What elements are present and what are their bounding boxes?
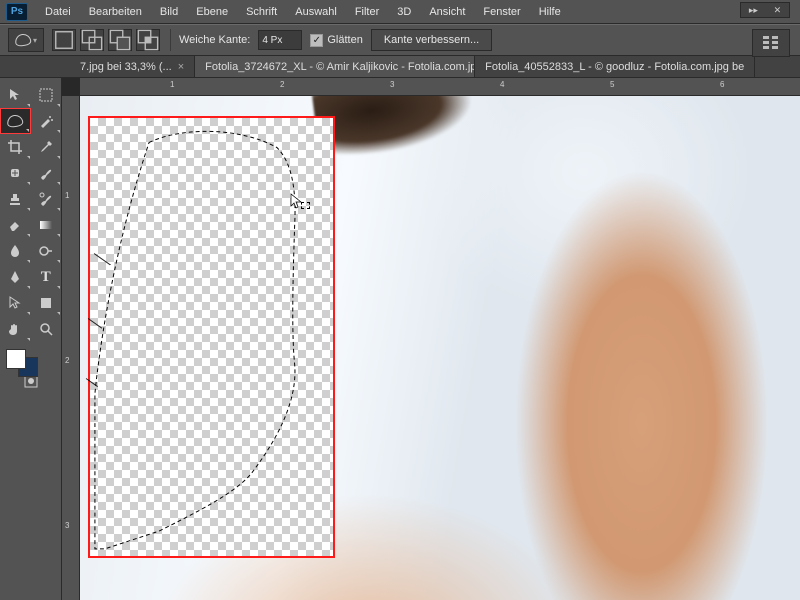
- tab-label: Fotolia_40552833_L - © goodluz - Fotolia…: [485, 61, 744, 73]
- ruler-vertical[interactable]: 1 2 3: [62, 96, 80, 600]
- tab-close-icon[interactable]: ×: [178, 61, 184, 73]
- menu-file[interactable]: Datei: [36, 3, 80, 21]
- menu-bar: Ps Datei Bearbeiten Bild Ebene Schrift A…: [0, 0, 800, 24]
- menu-window[interactable]: Fenster: [474, 3, 529, 21]
- ruler-tick: 5: [610, 80, 614, 89]
- menu-3d[interactable]: 3D: [388, 3, 420, 21]
- selection-marching-ants: [90, 118, 333, 553]
- ruler-tick: 1: [170, 80, 174, 89]
- collapse-left-icon: ▸▸: [749, 5, 758, 16]
- sel-new-icon[interactable]: [52, 29, 76, 51]
- check-icon: ✓: [310, 34, 323, 47]
- panel-options-icon[interactable]: [752, 29, 790, 57]
- panel-collapse-toggle[interactable]: ▸▸ ✕: [740, 2, 790, 18]
- sel-sub-icon[interactable]: [108, 29, 132, 51]
- dodge-tool[interactable]: [31, 238, 62, 264]
- workspace: T 1 2 3 4 5 6 1 2 3: [0, 78, 800, 600]
- refine-edge-button[interactable]: Kante verbessern...: [371, 29, 492, 51]
- document-canvas[interactable]: [80, 96, 800, 600]
- crop-tool[interactable]: [0, 134, 31, 160]
- antialias-label: Glätten: [327, 34, 362, 46]
- ruler-horizontal[interactable]: 1 2 3 4 5 6: [80, 78, 800, 96]
- stamp-tool[interactable]: [0, 186, 31, 212]
- document-tab[interactable]: Fotolia_3724672_XL - © Amir Kaljikovic -…: [195, 56, 475, 77]
- antialias-checkbox[interactable]: ✓ Glätten: [310, 34, 362, 47]
- ruler-tick: 4: [500, 80, 504, 89]
- menu-select[interactable]: Auswahl: [286, 3, 346, 21]
- selection-mode-group: [52, 29, 171, 51]
- history-brush-tool[interactable]: [31, 186, 62, 212]
- menu-edit[interactable]: Bearbeiten: [80, 3, 151, 21]
- options-bar: ▾ Weiche Kante: 4 Px ✓ Glätten Kante ver…: [0, 24, 800, 56]
- ruler-tick: 2: [65, 356, 69, 365]
- eraser-tool[interactable]: [0, 212, 31, 238]
- healing-tool[interactable]: [0, 160, 31, 186]
- ruler-tick: 3: [65, 521, 69, 530]
- brush-tool[interactable]: [31, 160, 62, 186]
- menu-help[interactable]: Hilfe: [530, 3, 570, 21]
- close-icon: ✕: [774, 5, 782, 16]
- sel-add-icon[interactable]: [80, 29, 104, 51]
- document-tab[interactable]: 7.jpg bei 33,3% (... ×: [70, 56, 195, 77]
- shape-tool[interactable]: [31, 290, 62, 316]
- document-tab-bar: 7.jpg bei 33,3% (... × Fotolia_3724672_X…: [0, 56, 800, 78]
- ruler-tick: 3: [390, 80, 394, 89]
- active-tool-icon[interactable]: ▾: [8, 28, 44, 52]
- menu-image[interactable]: Bild: [151, 3, 187, 21]
- blur-tool[interactable]: [0, 238, 31, 264]
- tab-label: Fotolia_3724672_XL - © Amir Kaljikovic -…: [205, 61, 475, 73]
- toolbox: T: [0, 78, 62, 600]
- feather-label: Weiche Kante:: [179, 34, 250, 46]
- ruler-tick: 1: [65, 191, 69, 200]
- menu-type[interactable]: Schrift: [237, 3, 286, 21]
- lasso-tool[interactable]: [0, 108, 31, 134]
- pen-tool[interactable]: [0, 264, 31, 290]
- menu-filter[interactable]: Filter: [346, 3, 388, 21]
- type-tool[interactable]: T: [31, 264, 62, 290]
- move-tool[interactable]: [0, 82, 31, 108]
- ruler-tick: 2: [280, 80, 284, 89]
- floating-selection-window[interactable]: [88, 116, 335, 558]
- ruler-tick: 6: [720, 80, 724, 89]
- gradient-tool[interactable]: [31, 212, 62, 238]
- document-tab[interactable]: Fotolia_40552833_L - © goodluz - Fotolia…: [475, 56, 755, 77]
- menu-view[interactable]: Ansicht: [420, 3, 474, 21]
- marquee-tool[interactable]: [31, 82, 62, 108]
- tab-label: 7.jpg bei 33,3% (...: [80, 61, 172, 73]
- sel-intersect-icon[interactable]: [136, 29, 160, 51]
- eyedropper-tool[interactable]: [31, 134, 62, 160]
- feather-field[interactable]: 4 Px: [258, 30, 302, 50]
- canvas-area: 1 2 3 4 5 6 1 2 3: [62, 78, 800, 600]
- path-select-tool[interactable]: [0, 290, 31, 316]
- zoom-tool[interactable]: [31, 316, 62, 342]
- magic-wand-tool[interactable]: [31, 108, 62, 134]
- app-logo: Ps: [6, 3, 28, 21]
- menu-layer[interactable]: Ebene: [187, 3, 237, 21]
- hand-tool[interactable]: [0, 316, 31, 342]
- foreground-color[interactable]: [6, 349, 26, 369]
